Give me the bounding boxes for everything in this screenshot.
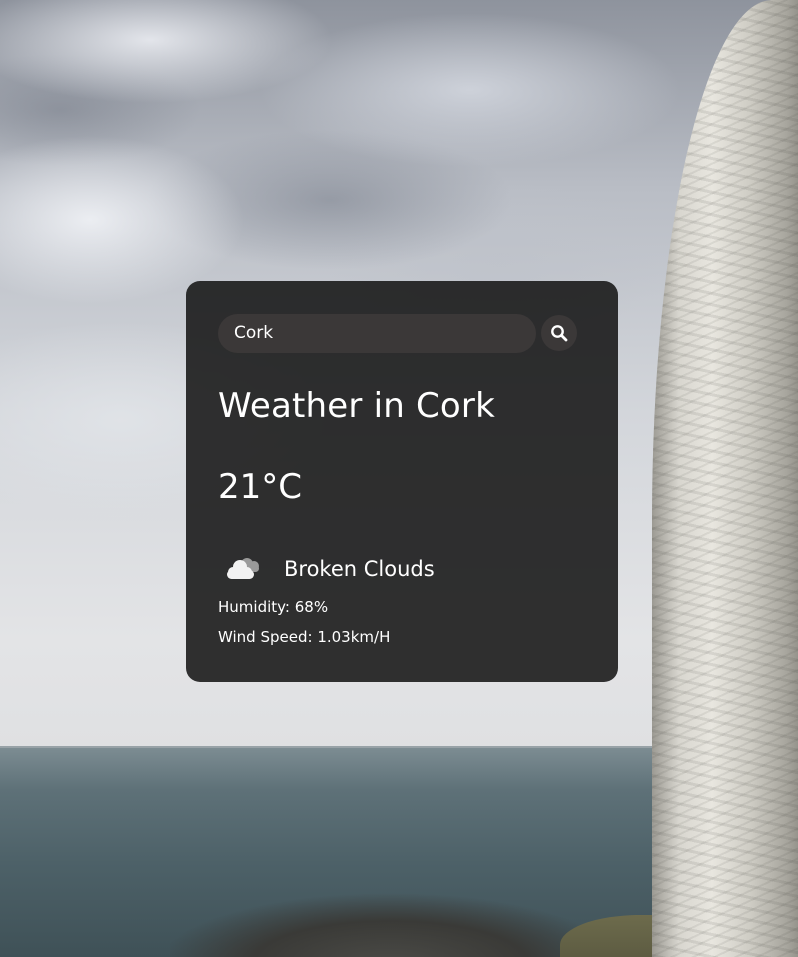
condition-row: Broken Clouds (218, 552, 586, 586)
search-input[interactable] (218, 313, 536, 353)
search-bar (218, 313, 586, 353)
search-icon (550, 324, 568, 342)
wind-speed: Wind Speed: 1.03km/H (218, 627, 586, 647)
city-title: Weather in Cork (218, 386, 495, 426)
humidity: Humidity: 68% (218, 597, 586, 617)
wind-speed-label: Wind Speed: (218, 628, 318, 646)
cloud-icon (220, 552, 266, 586)
search-button[interactable] (541, 315, 577, 351)
background-scene: Weather in Cork 21°C (0, 0, 798, 957)
humidity-value: 68% (294, 598, 329, 616)
humidity-label: Humidity: (218, 598, 295, 616)
weather-description: Broken Clouds (284, 557, 435, 581)
wind-speed-value: 1.03km/H (317, 628, 391, 646)
temperature: 21°C (218, 467, 303, 507)
weather-card: Weather in Cork 21°C (186, 281, 618, 682)
